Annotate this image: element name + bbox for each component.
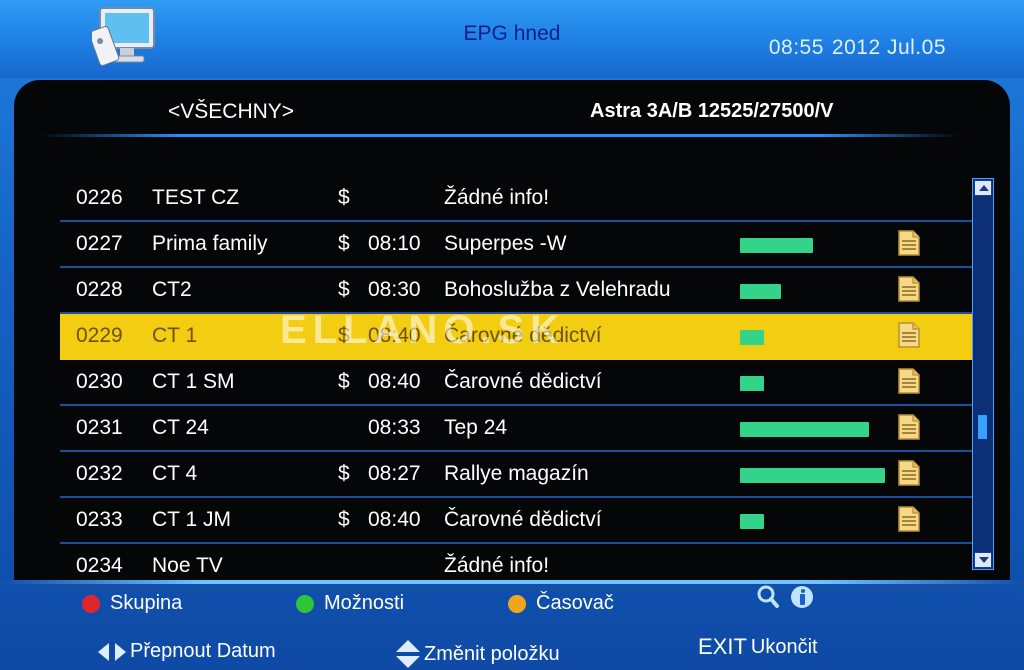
document-icon[interactable]	[898, 322, 920, 348]
channel-number: 0227	[76, 232, 123, 255]
red-button-icon	[82, 594, 100, 613]
hint-exit-label: Ukončit	[750, 635, 818, 658]
hint-switch-date-label: Přepnout Datum	[130, 640, 276, 662]
program-title: Tep 24	[444, 416, 508, 439]
scrambled-indicator: $	[338, 324, 350, 347]
scrambled-indicator: $	[338, 370, 350, 393]
scroll-down-icon[interactable]	[974, 552, 992, 568]
channel-row[interactable]: 0233 CT 1 JM $08:40 Čarovné dědictví	[60, 498, 972, 544]
program-progress-bar	[740, 238, 813, 253]
program-title: Čarovné dědictví	[444, 370, 602, 393]
up-down-arrows-icon	[396, 640, 420, 668]
document-icon[interactable]	[898, 506, 920, 532]
channel-row[interactable]: 0228 CT2 $08:30 Bohoslužba z Velehradu	[60, 268, 972, 314]
channel-row[interactable]: 0227 Prima family $08:10 Superpes -W	[60, 222, 972, 268]
legend-yellow-label: Časovač	[536, 592, 614, 614]
program-progress-bar	[740, 514, 764, 529]
channel-name: Noe TV	[152, 554, 223, 577]
program-start-time: 08:40	[368, 508, 421, 531]
channel-row[interactable]: 0226 TEST CZ $ Žádné info!	[60, 176, 972, 222]
document-icon[interactable]	[898, 276, 920, 302]
search-icon[interactable]	[756, 584, 780, 610]
footer-divider	[0, 580, 1024, 584]
legend-yellow[interactable]: Časovač	[508, 592, 614, 615]
legend-red-label: Skupina	[110, 592, 183, 614]
channel-list: 0226 TEST CZ $ Žádné info! 0227 Prima family $…	[60, 176, 972, 590]
program-start-time: 08:40	[368, 324, 421, 347]
legend-green-label: Možnosti	[324, 592, 405, 614]
hint-exit: EXIT Ukončit	[698, 634, 818, 660]
program-start-time: 08:30	[368, 278, 421, 301]
info-icon[interactable]	[790, 584, 814, 610]
hint-change-item-label: Změnit položku	[424, 642, 560, 665]
current-date: 2012 Jul.05	[831, 36, 946, 59]
channel-row[interactable]: 0232 CT 4 $08:27 Rallye magazín	[60, 452, 972, 498]
scrambled-indicator: $	[338, 278, 350, 301]
program-title: Čarovné dědictví	[444, 508, 602, 531]
left-right-arrows-icon	[98, 642, 126, 661]
channel-number: 0233	[76, 508, 123, 531]
program-progress-bar	[740, 284, 781, 299]
program-title: Žádné info!	[444, 186, 550, 209]
program-title: Čarovné dědictví	[444, 324, 602, 347]
channel-name: CT 1 JM	[152, 508, 231, 531]
legend-red[interactable]: Skupina	[82, 592, 182, 615]
channel-number: 0229	[76, 324, 123, 347]
clock: 08:55 2012 Jul.05	[761, 36, 946, 60]
program-start-time: 08:40	[368, 370, 421, 393]
hint-change-item: Změnit položku	[396, 640, 560, 668]
channel-name: Prima family	[152, 232, 268, 255]
green-button-icon	[296, 594, 314, 613]
program-title: Bohoslužba z Velehradu	[444, 278, 671, 301]
scrambled-indicator: $	[338, 462, 350, 485]
channel-name: CT 4	[152, 462, 198, 485]
channel-name: CT 1 SM	[152, 370, 235, 393]
channel-row[interactable]: 0230 CT 1 SM $08:40 Čarovné dědictví	[60, 360, 972, 406]
channel-name: CT 1	[152, 324, 198, 347]
channel-row[interactable]: 0231 CT 24 08:33 Tep 24	[60, 406, 972, 452]
channel-number: 0232	[76, 462, 123, 485]
channel-name: CT2	[152, 278, 192, 301]
document-icon[interactable]	[898, 230, 920, 256]
channel-number: 0230	[76, 370, 123, 393]
scroll-up-icon[interactable]	[974, 180, 992, 196]
scroll-thumb[interactable]	[978, 415, 987, 439]
channel-number: 0231	[76, 416, 123, 439]
scrollbar[interactable]	[972, 178, 994, 570]
scrambled-indicator: $	[338, 186, 350, 209]
yellow-button-icon	[508, 594, 526, 613]
document-icon[interactable]	[898, 460, 920, 486]
program-progress-bar	[740, 376, 764, 391]
program-title: Rallye magazín	[444, 462, 589, 485]
program-title: Žádné info!	[444, 554, 550, 577]
program-progress-bar	[740, 422, 869, 437]
program-title: Superpes -W	[444, 232, 567, 255]
program-start-time: 08:33	[368, 416, 421, 439]
program-progress-bar	[740, 468, 885, 483]
program-start-time: 08:10	[368, 232, 421, 255]
channel-name: CT 24	[152, 416, 209, 439]
header: EPG hned 08:55 2012 Jul.05	[0, 0, 1024, 78]
channel-row[interactable]: 0229 CT 1 $08:40 Čarovné dědictví	[60, 314, 972, 360]
document-icon[interactable]	[898, 414, 920, 440]
program-start-time: 08:27	[368, 462, 421, 485]
legend-green[interactable]: Možnosti	[296, 592, 404, 615]
group-selector[interactable]: <VŠECHNY>	[168, 100, 294, 124]
channel-number: 0234	[76, 554, 123, 577]
divider	[40, 134, 960, 137]
program-progress-bar	[740, 330, 764, 345]
channel-number: 0228	[76, 278, 123, 301]
document-icon[interactable]	[898, 368, 920, 394]
scrambled-indicator: $	[338, 508, 350, 531]
current-time: 08:55	[768, 36, 824, 59]
channel-name: TEST CZ	[152, 186, 240, 209]
exit-key-label: EXIT	[698, 634, 747, 659]
hint-switch-date: Přepnout Datum	[98, 640, 276, 663]
scrambled-indicator: $	[338, 232, 350, 255]
satellite-info: Astra 3A/B 12525/27500/V	[590, 100, 834, 122]
channel-number: 0226	[76, 186, 123, 209]
